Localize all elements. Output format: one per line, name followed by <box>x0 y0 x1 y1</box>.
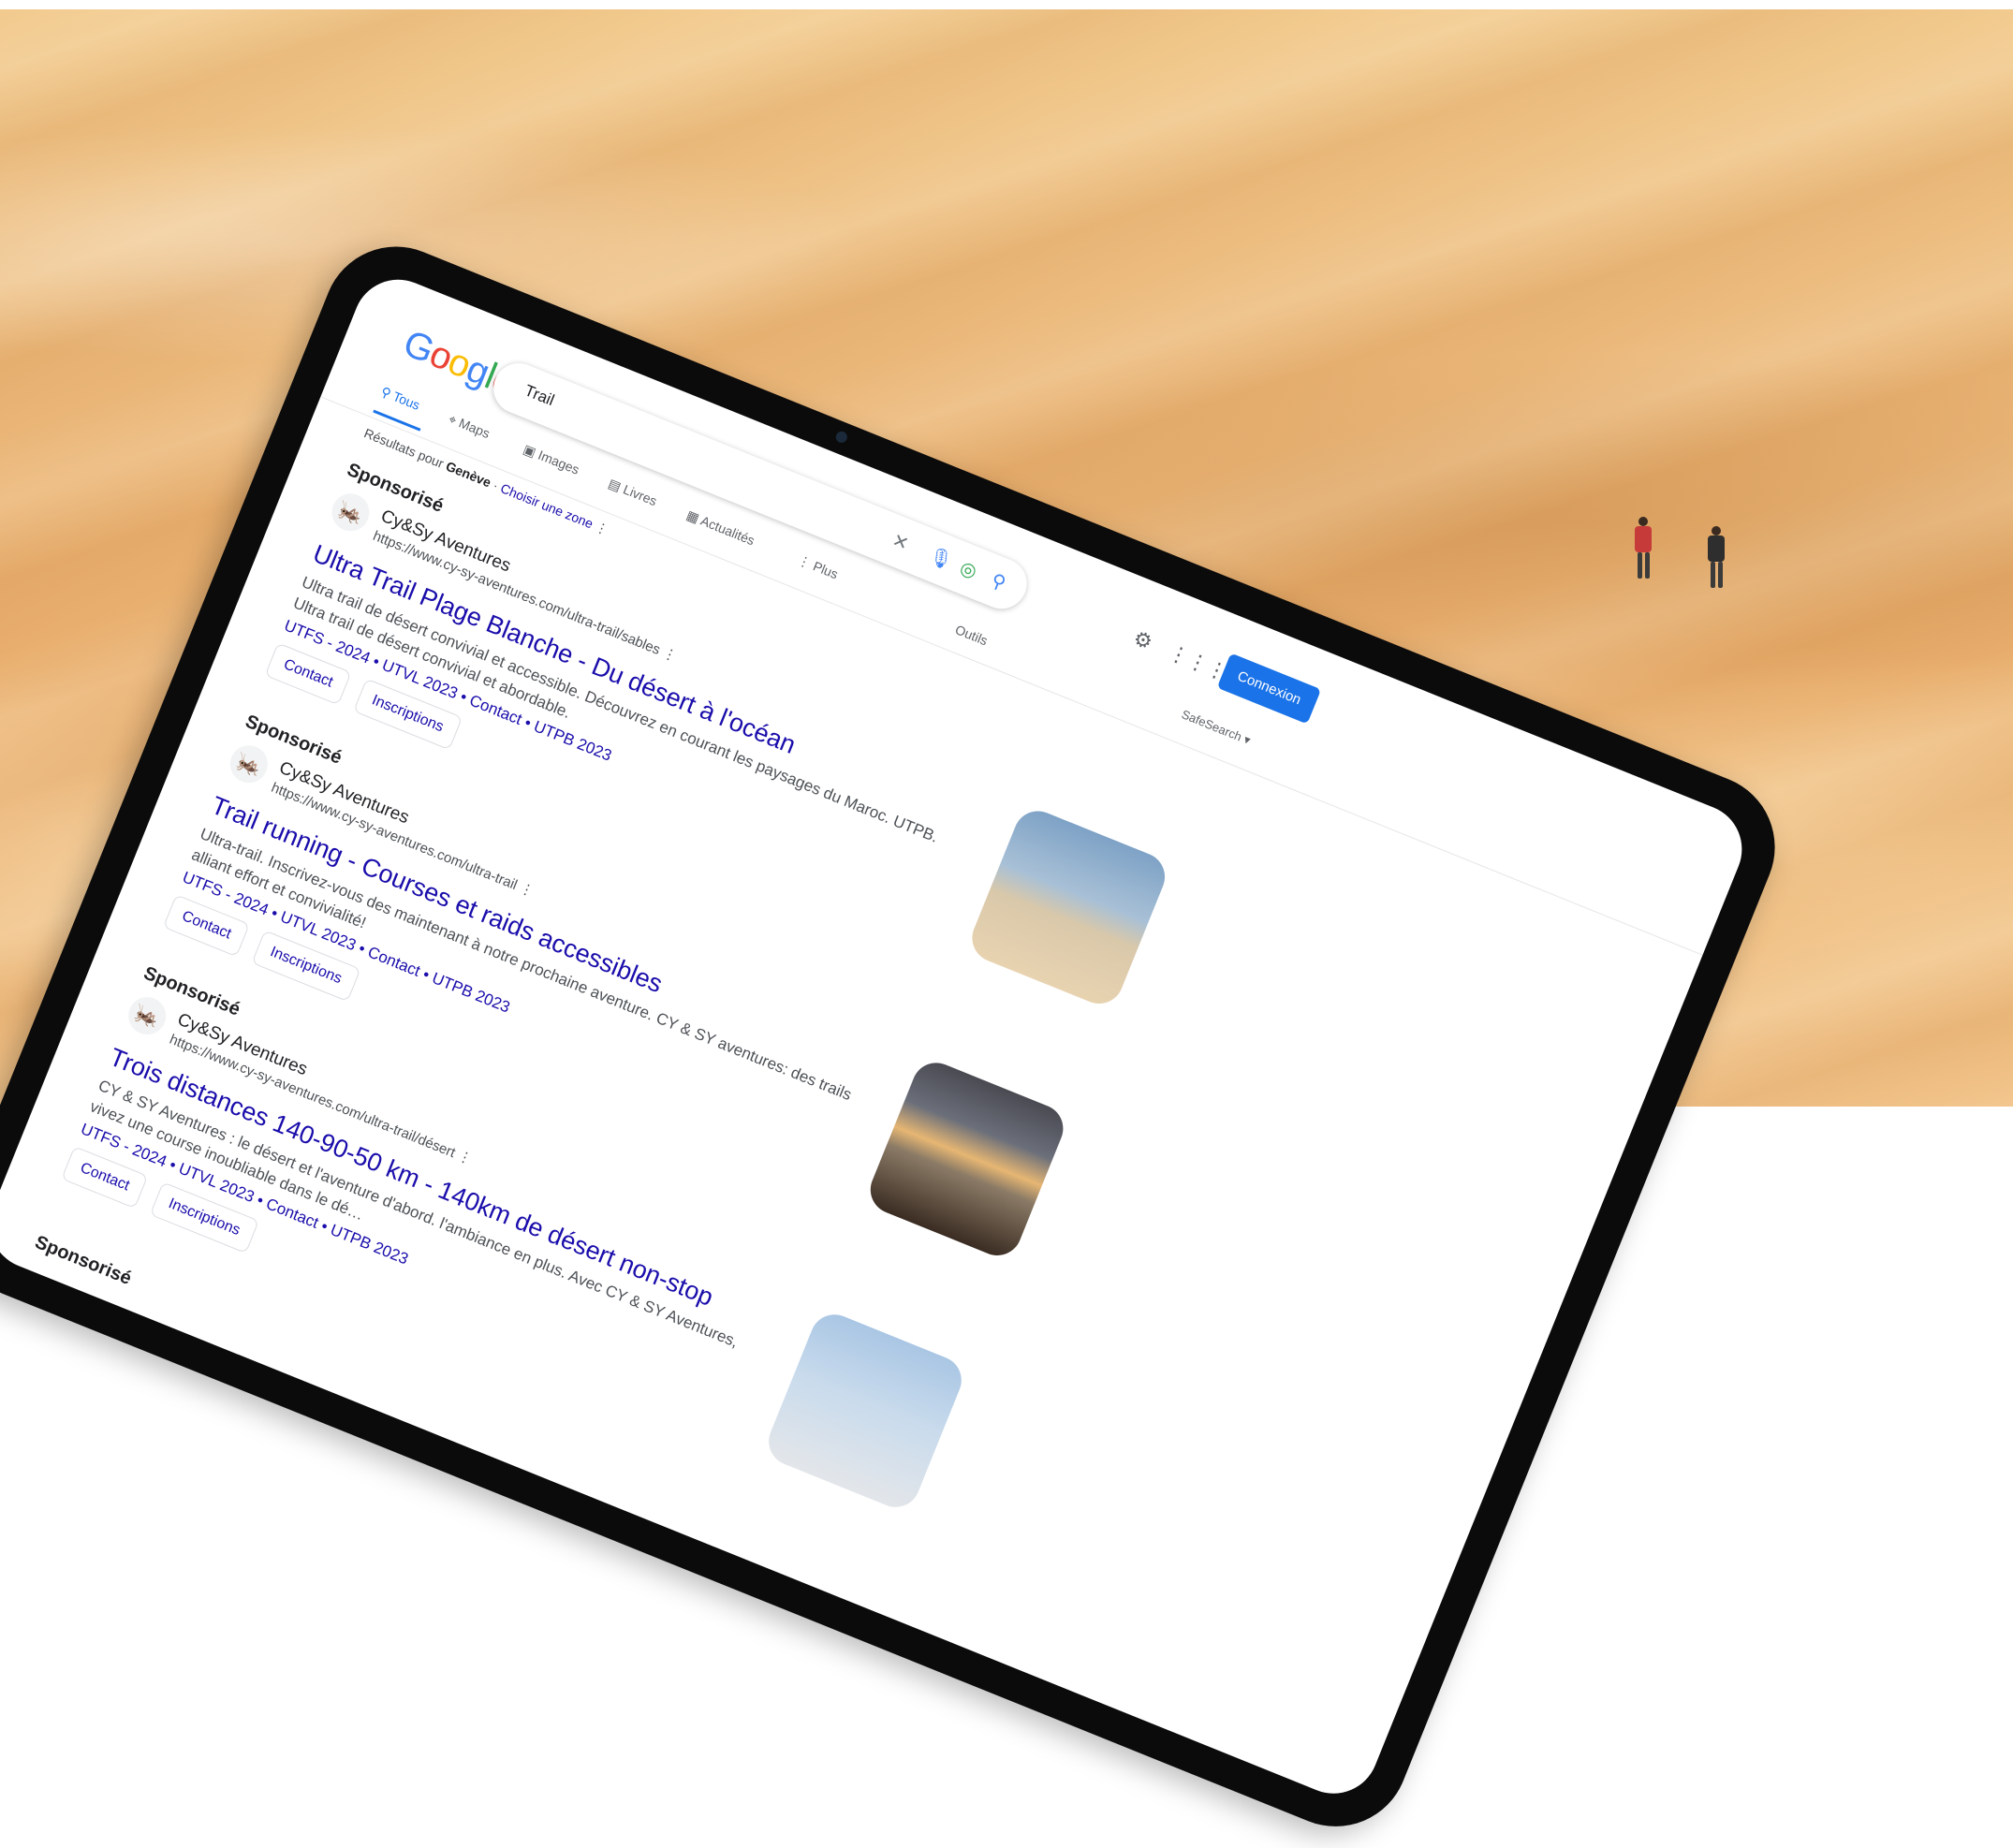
tab-label: Maps <box>456 415 492 442</box>
sunset-coast-thumbnail[interactable] <box>862 1055 1071 1263</box>
grasshopper-logo-icon: 🦗 <box>326 488 375 537</box>
hiker-right-1 <box>1629 517 1657 592</box>
safesearch-label: SafeSearch <box>1179 707 1244 744</box>
safesearch-button[interactable]: SafeSearch ▾ <box>1179 707 1253 748</box>
more-vertical-icon[interactable]: ⋮ <box>660 645 679 665</box>
beach-dune-thumbnail[interactable] <box>964 803 1172 1011</box>
close-icon[interactable]: ✕ <box>889 528 912 555</box>
tab-tous[interactable]: ⚲ Tous <box>378 384 422 414</box>
caret-down-icon: ▾ <box>1242 732 1253 748</box>
more-vertical-icon[interactable]: ⋮ <box>593 519 610 537</box>
tab-livres[interactable]: ▤ Livres <box>606 476 660 509</box>
camera-dot <box>833 430 849 445</box>
tab-label: Tous <box>390 389 422 413</box>
more-vertical-icon[interactable]: ⋮ <box>455 1148 474 1167</box>
tab-actualites[interactable]: ▦ Actualités <box>684 507 757 550</box>
signin-button[interactable]: Connexion <box>1216 653 1322 725</box>
hiker-right-2 <box>1702 526 1730 601</box>
microphone-icon[interactable]: 🎙 <box>925 543 956 574</box>
tab-label: Actualités <box>698 512 757 549</box>
grasshopper-logo-icon: 🦗 <box>224 740 273 789</box>
tab-maps[interactable]: ⌖ Maps <box>447 411 492 442</box>
top-border <box>0 0 2013 9</box>
search-icon[interactable]: ⚲ <box>988 568 1009 595</box>
tab-images[interactable]: ▣ Images <box>521 441 581 477</box>
grasshopper-logo-icon: 🦗 <box>123 991 172 1041</box>
camera-lens-icon[interactable]: ◎ <box>957 556 981 584</box>
race-banner-thumbnail[interactable] <box>761 1307 969 1515</box>
more-vertical-icon[interactable]: ⋮ <box>517 880 536 900</box>
search-query[interactable]: Trail <box>522 381 557 410</box>
tab-label: Plus <box>811 558 841 582</box>
tab-label: Livres <box>621 481 660 509</box>
tab-label: Images <box>536 447 582 477</box>
tab-plus[interactable]: ⋮ Plus <box>795 552 841 583</box>
settings-gear-icon[interactable]: ⚙ <box>1130 626 1156 655</box>
